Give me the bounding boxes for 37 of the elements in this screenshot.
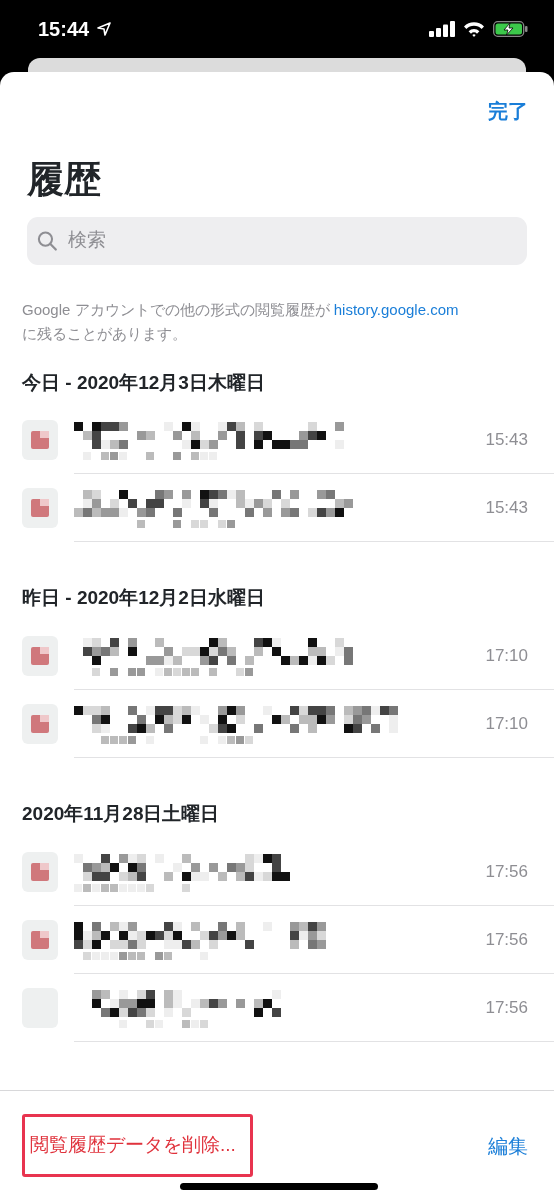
history-row[interactable]: 17:10 bbox=[0, 690, 554, 759]
visit-time: 17:10 bbox=[485, 713, 528, 736]
page-icon bbox=[31, 431, 49, 450]
wifi-icon bbox=[463, 21, 485, 37]
history-note: Google アカウントでの他の形式の閲覧履歴が history.google.com に残ることがあります。 bbox=[21, 299, 460, 344]
search-icon bbox=[37, 229, 58, 252]
history-row[interactable]: 17:10 bbox=[0, 622, 554, 691]
signal-icon bbox=[429, 21, 455, 37]
page-icon bbox=[31, 499, 49, 518]
clear-history-button[interactable]: 閲覧履歴データを削除... bbox=[22, 1114, 253, 1177]
search-field[interactable]: 検索 bbox=[27, 216, 527, 265]
clock-time: 15:44 bbox=[38, 17, 90, 42]
history-row[interactable]: 17:56 bbox=[0, 906, 554, 975]
page-icon bbox=[31, 863, 49, 882]
visit-time: 17:56 bbox=[485, 928, 528, 951]
history-row[interactable]: 15:43 bbox=[0, 406, 554, 475]
page-title: 履歴 bbox=[27, 160, 102, 201]
page-icon bbox=[31, 715, 49, 734]
visit-time: 17:56 bbox=[485, 996, 528, 1019]
visit-time: 15:43 bbox=[485, 497, 528, 520]
edit-button[interactable]: 編集 bbox=[488, 1130, 528, 1161]
section-heading: 2020年11月28日土曜日 bbox=[21, 802, 221, 827]
history-row[interactable]: 17:56 bbox=[0, 838, 554, 907]
history-link[interactable]: history.google.com bbox=[333, 300, 459, 318]
page-icon bbox=[31, 931, 49, 950]
section-heading: 昨日 - 2020年12月2日水曜日 bbox=[21, 586, 266, 611]
history-row[interactable]: 17:56 bbox=[0, 974, 554, 1043]
search-input[interactable]: 検索 bbox=[65, 225, 517, 256]
history-row[interactable]: 15:43 bbox=[0, 474, 554, 543]
location-arrow-icon bbox=[97, 22, 112, 36]
visit-time: 17:10 bbox=[485, 645, 528, 668]
visit-time: 17:56 bbox=[485, 860, 528, 883]
section-heading: 今日 - 2020年12月3日木曜日 bbox=[21, 370, 266, 395]
page-icon bbox=[31, 647, 49, 666]
visit-time: 15:43 bbox=[485, 429, 528, 452]
battery-charging-icon bbox=[493, 21, 528, 37]
done-button[interactable]: 完了 bbox=[488, 96, 528, 126]
